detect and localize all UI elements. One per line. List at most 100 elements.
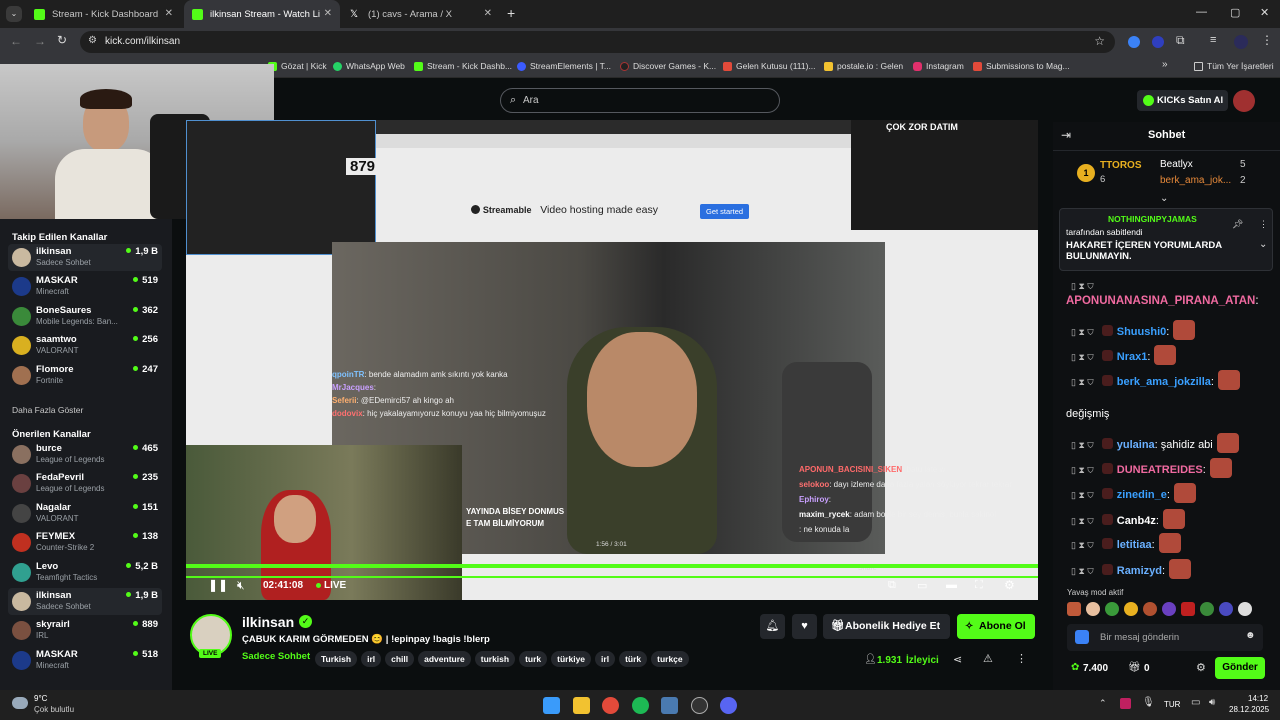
emote-icon[interactable]	[1143, 602, 1157, 616]
bookmark-kick-dashboard[interactable]: Stream - Kick Dashb...	[414, 61, 512, 71]
microphone-icon[interactable]: 🎙︎	[1142, 697, 1155, 708]
video-player[interactable]: 879 Streamable Video hosting made easy G…	[186, 120, 1038, 600]
theater-icon[interactable]: ▬	[946, 579, 957, 591]
show-more-link[interactable]: Daha Fazla Göster	[12, 405, 83, 415]
bookmark-postale[interactable]: postale.io : Gelen	[824, 61, 903, 71]
bookmarks-overflow-icon[interactable]: »	[1162, 59, 1168, 70]
close-tab-icon[interactable]: ✕	[324, 8, 332, 19]
close-tab-icon[interactable]: ✕	[484, 8, 492, 19]
sidebar-channel-levo[interactable]: Levo Teamfight Tactics 5,2 B	[8, 559, 162, 586]
play-pause-icon[interactable]: ❚❚	[208, 578, 228, 592]
site-info-icon[interactable]: ⚙	[88, 35, 97, 46]
chat-username[interactable]: Canb4z	[1117, 515, 1156, 527]
stream-tag[interactable]: turkçe	[651, 651, 689, 667]
stream-category[interactable]: Sadece Sohbet	[242, 651, 310, 662]
volume-icon[interactable]: 🔊︎	[1209, 697, 1215, 708]
share-icon[interactable]: ⋖	[953, 653, 962, 666]
media-icon[interactable]: ≡	[1210, 34, 1216, 46]
pinned-by-user[interactable]: NOTHINGINPYJAMAS	[1108, 214, 1197, 224]
expand-gifters-icon[interactable]: ⌄	[1160, 193, 1168, 204]
subscribe-button[interactable]: ✧ Abone Ol	[957, 614, 1035, 639]
tab-ilkinsan-stream[interactable]: ilkinsan Stream - Watch Live ✕	[184, 0, 340, 28]
stream-tag[interactable]: chill	[385, 651, 415, 667]
tray-overflow-icon[interactable]: ⌃	[1099, 698, 1107, 709]
send-button[interactable]: Gönder	[1215, 657, 1265, 679]
stream-tag[interactable]: Turkish	[315, 651, 358, 667]
new-tab-icon[interactable]: +	[507, 5, 515, 21]
stream-tag[interactable]: irl	[595, 651, 616, 667]
file-explorer-icon[interactable]	[573, 697, 590, 714]
emote-icon[interactable]	[1181, 602, 1195, 616]
kicks-buy-button[interactable]: KICKs Satın Al	[1137, 90, 1228, 111]
sidebar-channel-bonesaures[interactable]: BoneSaures Mobile Legends: Ban... 362	[8, 303, 162, 330]
emote-icon[interactable]	[1067, 602, 1081, 616]
top-gifter-1-name[interactable]: TTOROS	[1100, 160, 1141, 171]
forward-icon[interactable]: →	[34, 34, 46, 48]
gift-count[interactable]: 0	[1144, 663, 1150, 674]
channel-points[interactable]: 7.400	[1083, 663, 1108, 674]
chat-username[interactable]: DUNEATREIDES	[1117, 464, 1203, 476]
chat-username[interactable]: Ramizyd	[1117, 565, 1162, 577]
sidebar-channel-flomore[interactable]: Flomore Fortnite 247	[8, 362, 162, 389]
back-icon[interactable]: ←	[10, 34, 22, 48]
chrome-icon[interactable]	[602, 697, 619, 714]
settings-icon[interactable]: ⚙	[1004, 578, 1015, 592]
top-gifter-2-name[interactable]: Beatlyx	[1160, 159, 1193, 170]
bookmark-gozat-kick[interactable]: Gözat | Kick	[268, 61, 327, 71]
emoji-icon[interactable]: ☻	[1245, 630, 1256, 641]
extensions-icon[interactable]: ⧉	[1176, 33, 1185, 48]
fullscreen-icon[interactable]: ⛶	[975, 579, 983, 592]
bookmark-whatsapp[interactable]: WhatsApp Web	[333, 61, 405, 71]
app-icon[interactable]	[661, 697, 678, 714]
top-gifter-3-name[interactable]: berk_ama_jok...	[1160, 175, 1231, 186]
chat-username[interactable]: APONUNANASINA_PIRANA_ATAN	[1066, 295, 1255, 307]
stream-tag[interactable]: türk	[619, 651, 648, 667]
pip-icon[interactable]: ▭	[917, 579, 927, 592]
stream-tag[interactable]: irl	[361, 651, 382, 667]
gift-sub-button[interactable]: 🎁︎ Abonelik Hediye Et	[823, 614, 950, 639]
emote-icon[interactable]	[1200, 602, 1214, 616]
chat-settings-icon[interactable]: ⚙	[1196, 661, 1206, 674]
sidebar-channel-maskar[interactable]: MASKAR Minecraft 519	[8, 273, 162, 300]
start-icon[interactable]	[543, 697, 560, 714]
bookmark-all[interactable]: Tüm Yer İşaretleri	[1194, 61, 1274, 71]
emote-icon[interactable]	[1219, 602, 1233, 616]
bookmark-submissions[interactable]: Submissions to Mag...	[973, 61, 1070, 71]
close-tab-icon[interactable]: ✕	[165, 8, 173, 19]
bookmark-star-icon[interactable]: ☆	[1094, 34, 1105, 48]
close-window-icon[interactable]: ✕	[1260, 6, 1269, 19]
more-options-icon[interactable]: ⋮	[1016, 652, 1027, 665]
emote-icon[interactable]	[1162, 602, 1176, 616]
url-bar[interactable]: ⚙ kick.com/ilkinsan ☆	[80, 31, 1115, 53]
clip-icon[interactable]: ⧉	[888, 579, 896, 592]
user-avatar[interactable]	[1233, 90, 1255, 112]
search-input[interactable]: ⌕ Ara	[500, 88, 780, 113]
stream-tag[interactable]: adventure	[418, 651, 471, 667]
emote-icon[interactable]	[1086, 602, 1100, 616]
sidebar-channel-maskar[interactable]: MASKAR Minecraft 518	[8, 647, 162, 674]
notification-bell-button[interactable]: 🔔︎	[760, 614, 785, 639]
reload-icon[interactable]: ↻	[57, 33, 67, 47]
sidebar-channel-nagalar[interactable]: Nagalar VALORANT 151	[8, 500, 162, 527]
chat-username[interactable]: yulaina	[1117, 439, 1155, 451]
emote-icon[interactable]	[1238, 602, 1252, 616]
emote-icon[interactable]	[1105, 602, 1119, 616]
chat-username[interactable]: letitiaa	[1117, 539, 1152, 551]
bookmark-streamelements[interactable]: StreamElements | T...	[517, 61, 611, 71]
channel-name[interactable]: ilkinsan	[242, 614, 294, 630]
report-icon[interactable]: ⚠	[983, 652, 993, 665]
chat-username[interactable]: berk_ama_jokzilla	[1117, 376, 1211, 388]
player-live-label[interactable]: LIVE	[324, 580, 346, 591]
pinned-menu-icon[interactable]: ⋮	[1259, 219, 1268, 230]
stream-tag[interactable]: turkish	[474, 651, 516, 667]
discord-icon[interactable]	[720, 697, 737, 714]
browser-menu-icon[interactable]: ⋮	[1261, 33, 1273, 47]
extension-icon-1[interactable]	[1128, 36, 1140, 48]
profile-avatar[interactable]	[1234, 35, 1248, 49]
sidebar-channel-feymex[interactable]: FEYMEX Counter-Strike 2 138	[8, 529, 162, 556]
stream-tag[interactable]: türkiye	[551, 651, 592, 667]
chat-username[interactable]: Shuushi0	[1117, 326, 1167, 338]
language-indicator[interactable]: TUR	[1164, 700, 1180, 709]
sidebar-channel-fedapevril[interactable]: FedaPevril League of Legends 235	[8, 470, 162, 497]
sidebar-channel-ilkinsan[interactable]: ilkinsan Sadece Sohbet 1,9 B	[8, 244, 162, 271]
